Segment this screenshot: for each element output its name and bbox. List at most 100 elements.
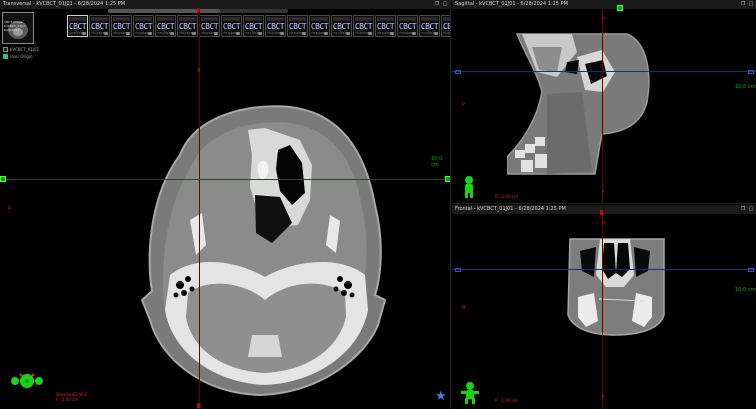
scale-label: 10.0 cm [735, 84, 756, 90]
thumbnail-label: CBCT [288, 22, 307, 31]
slice-position-label: R: -1.00 cm [495, 194, 518, 199]
crosshair-horizontal[interactable] [452, 269, 756, 270]
thumbnail-header [179, 17, 196, 21]
thumbnail-camera-icon [346, 32, 350, 35]
frontal-window-controls: ❐ □ [740, 206, 754, 212]
thumbnail-camera-icon [368, 32, 372, 35]
thumbnail-label: CBCT [90, 22, 109, 31]
thumbnail-header [377, 17, 394, 21]
crosshair-marker-bottom [197, 403, 200, 408]
image-thumbnail[interactable]: CBCT 7/12/2024 [265, 15, 286, 37]
image-thumbnail[interactable]: CBCT 7/8/2024 [177, 15, 198, 37]
transverse-ct-image[interactable] [140, 95, 390, 400]
crosshair-handle-right[interactable] [748, 268, 754, 272]
thumbnail-camera-icon [236, 32, 240, 35]
slice-position-label: F: -2.95 cm [56, 397, 79, 402]
image-thumbnail[interactable]: CBCT 7/9/2024 [199, 15, 220, 37]
image-thumbnail[interactable]: CBCT 7/11/2024 [243, 15, 264, 37]
patient-info: CBCT image kVCBCT_01J01 6/28/2024 [4, 20, 26, 32]
thumbnail-header [289, 17, 306, 21]
thumbnail-date: 7/9/2024 [201, 31, 215, 35]
image-thumbnail[interactable]: CBCT 7/1/2024 [89, 15, 110, 37]
crosshair-vertical[interactable] [602, 9, 603, 203]
human-figure-icon[interactable] [460, 381, 480, 405]
crosshair-handle-left[interactable] [0, 176, 6, 182]
crosshair-marker-top [600, 210, 603, 215]
crosshair-handle-right[interactable] [445, 176, 450, 182]
thumbnail-label: CBCT [178, 22, 197, 31]
thumbnail-camera-icon [280, 32, 284, 35]
thumbnail-label: CBCT [200, 22, 219, 31]
image-thumbnail[interactable]: CBCT 7/17/2024 [331, 15, 352, 37]
frontal-viewport[interactable]: Frontal - kVCBCT_01J01 - 6/28/2024 1:25 … [452, 205, 756, 409]
thumbnail-camera-icon [324, 32, 328, 35]
image-thumbnail[interactable]: CBCT 7/22/2024 [397, 15, 418, 37]
image-thumbnail[interactable]: CBCT 7/15/2024 [287, 15, 308, 37]
crosshair-handle-left[interactable] [455, 268, 461, 272]
thumbnail-label: CBCT [332, 22, 351, 31]
thumbnail-header [135, 17, 152, 21]
thumbnail-label: CBCT [112, 22, 131, 31]
image-thumbnail[interactable]: CBCT 7/19/2024 [375, 15, 396, 37]
crosshair-horizontal[interactable] [452, 71, 756, 72]
slice-position-label: P: -1.00 cm [495, 398, 518, 403]
sagittal-ct-image[interactable] [507, 32, 657, 177]
restore-icon[interactable]: ❐ [740, 206, 746, 212]
thumbnail-label: CBCT [354, 22, 373, 31]
orientation-label-bottom: F [602, 395, 605, 401]
thumbnail-header [267, 17, 284, 21]
crosshair-horizontal[interactable] [0, 179, 450, 180]
orientation-label-left: R [8, 206, 12, 212]
thumbnail-header [223, 17, 240, 21]
image-thumbnail[interactable]: CBCT 7/18/2024 [353, 15, 374, 37]
restore-icon[interactable]: ❐ [740, 1, 746, 7]
thumbnail-camera-icon [390, 32, 394, 35]
maximize-icon[interactable]: □ [442, 1, 448, 7]
orientation-label-left: P [462, 102, 466, 108]
thumbnail-header [201, 17, 218, 21]
dose-balls-icon[interactable] [9, 372, 45, 390]
thumbnail-date: 7/8/2024 [179, 31, 193, 35]
thumbnail-header [399, 17, 416, 21]
option-image-visibility[interactable]: kVCBCT_01J01 [3, 47, 39, 52]
maximize-icon[interactable]: □ [748, 206, 754, 212]
transverse-window-controls: ❐ □ [434, 1, 448, 7]
transverse-viewport[interactable]: Transversal - kVCBCT_01J01 - 6/28/2024 1… [0, 0, 451, 409]
thumbnail-header [91, 17, 108, 21]
image-thumbnail[interactable]: CBCT 7/23/2024 [419, 15, 440, 37]
image-visibility-checkbox[interactable] [3, 47, 8, 52]
thumbnail-label: CBCT [266, 22, 285, 31]
transverse-title: Transversal - kVCBCT_01J01 - 6/28/2024 1… [0, 0, 450, 9]
maximize-icon[interactable]: □ [748, 1, 754, 7]
thumbnail-label: CBCT [442, 22, 451, 31]
option-user-origin[interactable]: User Origin [3, 54, 32, 59]
image-thumbnail[interactable]: CBCT 7/5/2024 [155, 15, 176, 37]
thumbnail-header [421, 17, 438, 21]
thumbnail-camera-icon [104, 32, 108, 35]
human-figure-icon[interactable] [461, 175, 477, 199]
orientation-label-top: H [602, 16, 606, 22]
image-thumbnail[interactable]: CBCT 7/3/2024 [133, 15, 154, 37]
crosshair-handle-top[interactable] [617, 5, 623, 11]
image-thumbnail[interactable]: CBCT 7/16/2024 [309, 15, 330, 37]
image-thumbnail[interactable]: CBCT 6/28/2024 [67, 15, 88, 37]
thumbnail-label: CBCT [310, 22, 329, 31]
thumbnail-date: 7/1/2024 [91, 31, 105, 35]
thumbnail-label: CBCT [156, 22, 175, 31]
image-thumbnail[interactable]: CBCT 7/2/2024 [111, 15, 132, 37]
thumbnail-label: CBCT [244, 22, 263, 31]
frontal-ct-image[interactable] [564, 235, 668, 337]
crosshair-vertical[interactable] [602, 214, 603, 409]
thumbnail-label: CBCT [222, 22, 241, 31]
thumbnail-label: CBCT [420, 22, 439, 31]
image-thumbnail[interactable]: CBCT7/24/2024 [441, 15, 451, 37]
crosshair-handle-left[interactable] [455, 70, 461, 74]
restore-icon[interactable]: ❐ [434, 1, 440, 7]
star-icon[interactable]: ★ [435, 390, 449, 404]
user-origin-checkbox[interactable] [3, 54, 8, 59]
orientation-label-bottom: F [602, 190, 605, 196]
crosshair-handle-right[interactable] [748, 70, 754, 74]
option-label: User Origin [10, 54, 33, 59]
sagittal-viewport[interactable]: Sagittal - kVCBCT_01J01 - 6/28/2024 1:25… [452, 0, 756, 204]
image-thumbnail[interactable]: CBCT 7/10/2024 [221, 15, 242, 37]
